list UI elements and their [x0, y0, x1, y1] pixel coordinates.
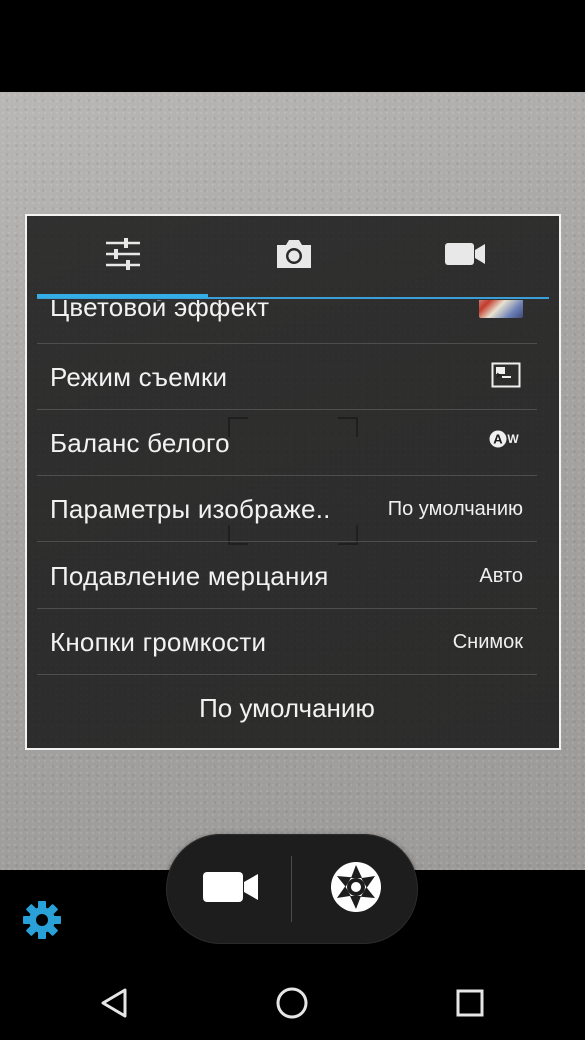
camera-settings-button[interactable]	[20, 898, 64, 942]
active-tab-indicator	[37, 294, 208, 298]
nav-home-button[interactable]	[270, 983, 314, 1027]
shutter-button[interactable]	[311, 849, 401, 929]
recent-apps-icon	[455, 988, 485, 1023]
setting-value: По умолчанию	[387, 498, 523, 520]
navigation-bar	[0, 965, 585, 1040]
auto-white-balance-icon: A W	[489, 428, 521, 455]
video-record-button[interactable]	[186, 854, 276, 924]
setting-label: Режим съемки	[50, 362, 228, 392]
setting-label: Параметры изображе..	[50, 494, 331, 524]
svg-text:W: W	[507, 432, 519, 446]
tab-video-settings[interactable]	[379, 216, 550, 296]
color-effect-thumbnail	[479, 300, 523, 318]
scene-mode-icon	[491, 362, 521, 393]
reset-label: По умолчанию	[199, 693, 375, 723]
nav-back-button[interactable]	[92, 983, 136, 1027]
setting-row-color-effect[interactable]: Цветовой эффект	[37, 300, 537, 344]
setting-value: Авто	[479, 565, 523, 587]
setting-label: Кнопки громкости	[50, 627, 267, 657]
status-bar	[0, 0, 585, 92]
setting-label: Цветовой эффект	[50, 300, 270, 322]
setting-row-volume-keys[interactable]: Кнопки громкости Снимок	[37, 609, 537, 675]
svg-text:A: A	[493, 432, 503, 447]
pill-divider	[291, 856, 292, 922]
back-icon	[99, 987, 129, 1024]
settings-menu-panel: Цветовой эффект Режим съемки Баланс бело…	[25, 214, 561, 750]
video-camera-icon	[202, 871, 260, 908]
setting-row-scene-mode[interactable]: Режим съемки	[37, 344, 537, 410]
setting-row-white-balance[interactable]: Баланс белого A W	[37, 410, 537, 476]
gear-icon	[20, 901, 64, 946]
nav-recent-apps-button[interactable]	[448, 983, 492, 1027]
capture-controls	[166, 834, 418, 944]
reset-defaults-button[interactable]: По умолчанию	[37, 675, 537, 741]
setting-label: Баланс белого	[50, 428, 230, 458]
shutter-icon	[329, 860, 383, 919]
setting-label: Подавление мерцания	[50, 561, 329, 591]
setting-value: Снимок	[452, 631, 523, 653]
setting-row-anti-flicker[interactable]: Подавление мерцания Авто	[37, 543, 537, 609]
sliders-icon	[104, 235, 142, 278]
tab-photo-settings[interactable]	[208, 216, 379, 296]
settings-list: Цветовой эффект Режим съемки Баланс бело…	[37, 300, 537, 748]
tab-general-settings[interactable]	[37, 216, 208, 296]
settings-tabs	[27, 216, 559, 300]
setting-row-image-parameters[interactable]: Параметры изображе.. По умолчанию	[37, 476, 537, 542]
home-icon	[275, 986, 309, 1025]
video-camera-icon	[444, 241, 486, 272]
camera-icon	[274, 238, 314, 275]
